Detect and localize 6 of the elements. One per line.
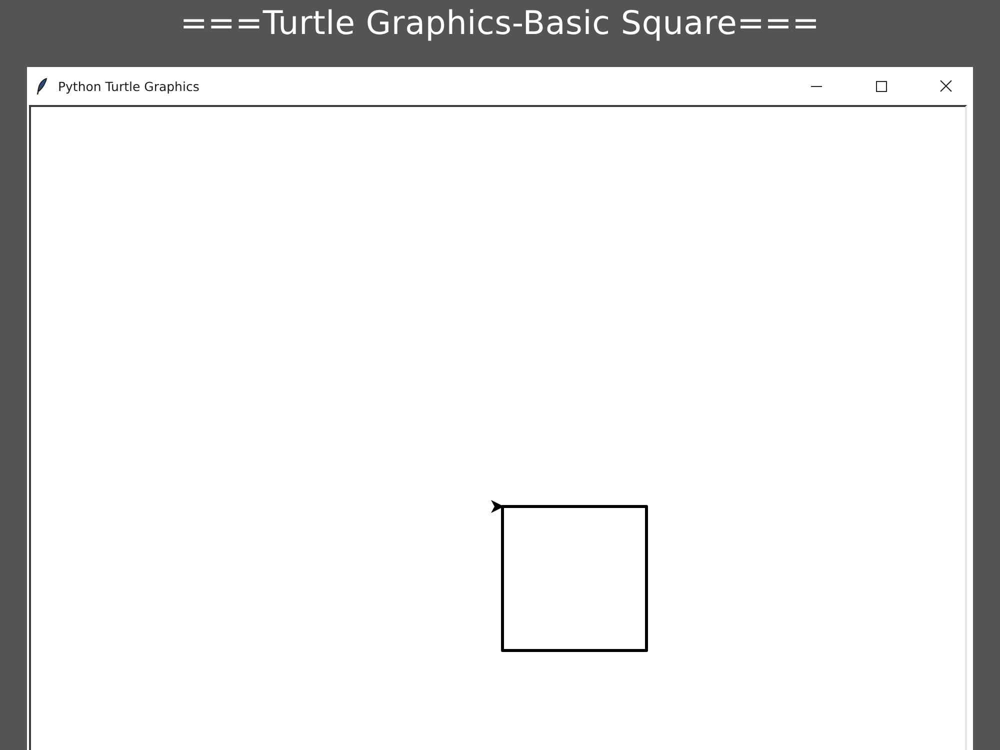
feather-icon (37, 78, 47, 94)
close-icon (940, 80, 952, 92)
page-heading: ===Turtle Graphics-Basic Square=== (180, 2, 820, 44)
maximize-icon (876, 80, 886, 92)
arrowhead-icon (491, 500, 504, 513)
window-title: Python Turtle Graphics (58, 78, 200, 94)
